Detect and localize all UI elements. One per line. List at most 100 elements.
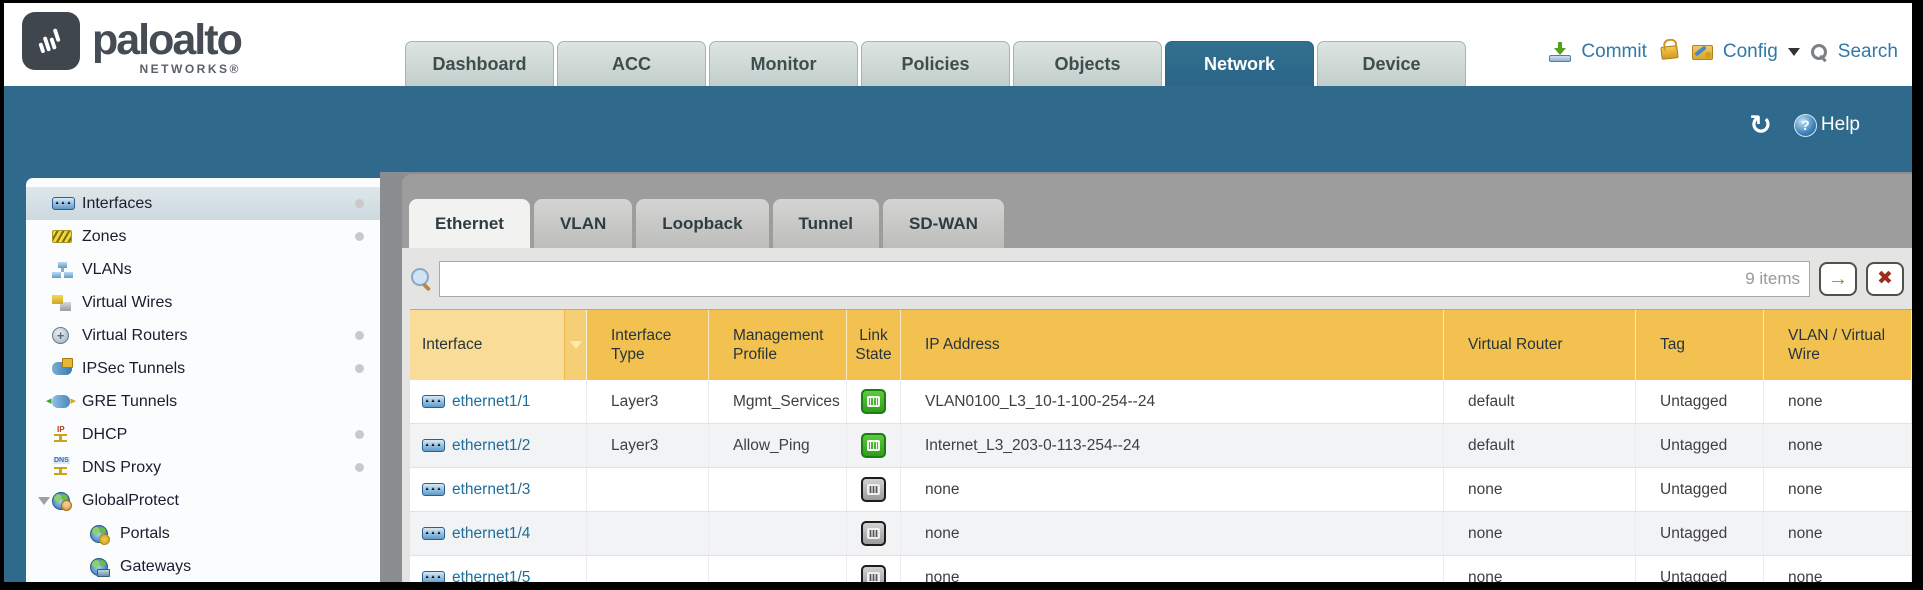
link-state-icon[interactable] [861, 521, 886, 546]
globalprotect-icon [52, 492, 70, 510]
cell-vlan-virtual-wire: none [1764, 468, 1912, 511]
nav-tab-monitor[interactable]: Monitor [709, 41, 858, 86]
cell-interface-type: Layer3 [587, 380, 709, 423]
sidebar-item-portals[interactable]: Portals [26, 517, 380, 550]
subtab-loopback[interactable]: Loopback [636, 199, 768, 248]
sidebar-item-gre-tunnels[interactable]: GRE Tunnels [26, 385, 380, 418]
sidebar-item-gateways[interactable]: Gateways [26, 550, 380, 582]
nav-tab-device[interactable]: Device [1317, 41, 1466, 86]
status-dot [355, 331, 364, 340]
column-header-vlan-virtual-wire[interactable]: VLAN / Virtual Wire [1764, 310, 1912, 380]
interfaces-table: Interface Interface Type Management Prof… [410, 309, 1912, 582]
table-header-row: Interface Interface Type Management Prof… [410, 309, 1912, 380]
nav-tab-dashboard[interactable]: Dashboard [405, 41, 554, 86]
logo-bars-icon [33, 23, 69, 59]
ethernet-interface-icon [422, 439, 445, 452]
subtab-tunnel[interactable]: Tunnel [773, 199, 879, 248]
content-panel: EthernetVLANLoopbackTunnelSD-WAN 9 items… [402, 174, 1912, 582]
expander-icon[interactable] [36, 328, 52, 344]
gre-tunnels-icon [52, 395, 70, 408]
expander-icon[interactable] [36, 229, 52, 245]
expander-icon[interactable] [36, 196, 52, 212]
sidebar-item-ipsec-tunnels[interactable]: IPSec Tunnels [26, 352, 380, 385]
sort-dropdown-icon[interactable] [564, 310, 586, 380]
cell-vlan-virtual-wire: none [1764, 556, 1912, 582]
nav-tab-network[interactable]: Network [1165, 41, 1314, 86]
subtab-sd-wan[interactable]: SD-WAN [883, 199, 1004, 248]
subtab-ethernet[interactable]: Ethernet [409, 199, 530, 248]
expander-icon[interactable] [36, 262, 52, 278]
interface-link[interactable]: ethernet1/1 [452, 393, 530, 411]
help-button[interactable]: ? Help [1794, 114, 1860, 137]
sidebar-item-dns-proxy[interactable]: DNS Proxy [26, 451, 380, 484]
cell-ip-address: Internet_L3_203-0-113-254--24 [901, 424, 1444, 467]
nav-tab-acc[interactable]: ACC [557, 41, 706, 86]
tab-content: 9 items → ✖ Interface Interf [402, 248, 1912, 582]
cell-tag: Untagged [1636, 556, 1764, 582]
interface-link[interactable]: ethernet1/2 [452, 437, 530, 455]
interface-link[interactable]: ethernet1/5 [452, 569, 530, 583]
expander-icon[interactable] [36, 427, 52, 443]
nav-tab-policies[interactable]: Policies [861, 41, 1010, 86]
expander-icon[interactable] [36, 493, 52, 509]
cell-management-profile: Mgmt_Services [709, 380, 847, 423]
ethernet-interface-icon [422, 483, 445, 496]
search-icon [1810, 43, 1828, 61]
help-icon: ? [1794, 114, 1817, 137]
cell-interface-type: Layer3 [587, 424, 709, 467]
sidebar-item-globalprotect[interactable]: GlobalProtect [26, 484, 380, 517]
interface-link[interactable]: ethernet1/3 [452, 481, 530, 499]
filter-search-icon[interactable] [410, 267, 432, 291]
help-label: Help [1821, 114, 1860, 136]
commit-button[interactable]: Commit [1581, 41, 1646, 63]
ipsec-tunnels-icon [52, 362, 72, 375]
cell-ip-address: none [901, 556, 1444, 582]
zones-icon [52, 230, 72, 243]
cell-tag: Untagged [1636, 424, 1764, 467]
column-header-management-profile[interactable]: Management Profile [709, 310, 847, 380]
search-button[interactable]: Search [1838, 41, 1898, 63]
sidebar-item-dhcp[interactable]: DHCP [26, 418, 380, 451]
status-dot [355, 199, 364, 208]
apply-filter-button[interactable]: → [1819, 262, 1857, 296]
config-button[interactable]: Config [1723, 41, 1778, 63]
cell-vlan-virtual-wire: none [1764, 512, 1912, 555]
expander-icon[interactable] [36, 295, 52, 311]
expander-icon[interactable] [36, 460, 52, 476]
status-dot [355, 232, 364, 241]
clear-filter-button[interactable]: ✖ [1866, 262, 1904, 296]
cell-tag: Untagged [1636, 380, 1764, 423]
sidebar-item-vlans[interactable]: VLANs [26, 253, 380, 286]
subtab-vlan[interactable]: VLAN [534, 199, 632, 248]
cell-management-profile [709, 556, 847, 582]
column-header-interface[interactable]: Interface [410, 310, 587, 380]
link-state-icon[interactable] [861, 477, 886, 502]
filter-input[interactable] [439, 261, 1810, 297]
cell-management-profile: Allow_Ping [709, 424, 847, 467]
table-body: ethernet1/1 Layer3 Mgmt_Services VLAN010… [410, 380, 1912, 582]
column-header-tag[interactable]: Tag [1636, 310, 1764, 380]
interface-link[interactable]: ethernet1/4 [452, 525, 530, 543]
expander-icon[interactable] [36, 361, 52, 377]
column-header-ip-address[interactable]: IP Address [901, 310, 1444, 380]
config-caret-down-icon[interactable] [1788, 48, 1800, 56]
link-state-icon[interactable] [861, 389, 886, 414]
sidebar-item-interfaces[interactable]: Interfaces [26, 187, 380, 220]
sidebar-item-virtual-wires[interactable]: Virtual Wires [26, 286, 380, 319]
portals-icon [90, 525, 108, 543]
cell-interface-type [587, 468, 709, 511]
sidebar-item-zones[interactable]: Zones [26, 220, 380, 253]
link-state-icon[interactable] [861, 565, 886, 582]
column-header-interface-type[interactable]: Interface Type [587, 310, 709, 380]
refresh-icon[interactable]: ↻ [1749, 112, 1772, 138]
virtual-wires-icon [52, 295, 71, 311]
sidebar-item-virtual-routers[interactable]: Virtual Routers [26, 319, 380, 352]
teal-band: ↻ ? Help [4, 86, 1912, 172]
lock-icon[interactable] [1660, 45, 1678, 60]
nav-tab-objects[interactable]: Objects [1013, 41, 1162, 86]
column-header-link-state[interactable]: Link State [847, 310, 901, 380]
brand-name: paloalto [92, 12, 241, 68]
link-state-icon[interactable] [861, 433, 886, 458]
column-header-virtual-router[interactable]: Virtual Router [1444, 310, 1636, 380]
top-bar: paloalto NETWORKS® DashboardACCMonitorPo… [4, 3, 1912, 86]
